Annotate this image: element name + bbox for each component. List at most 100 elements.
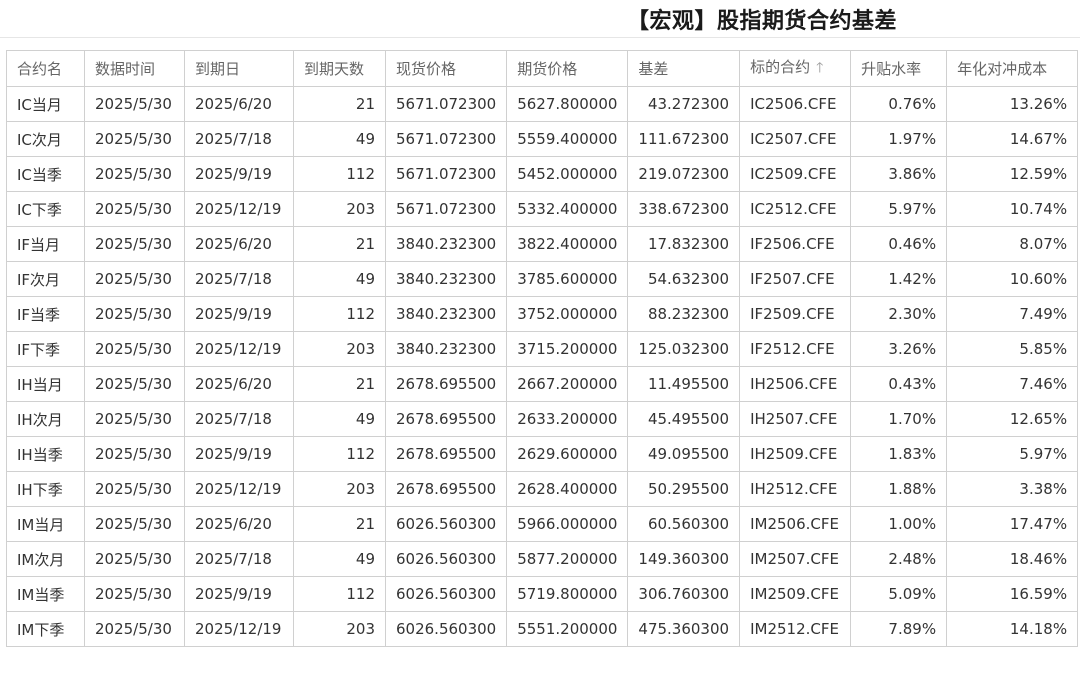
premium-rate-cell: 1.70%	[850, 401, 948, 437]
contract-name-cell: IH当月	[6, 366, 85, 402]
expiry-date-cell: 2025/12/19	[184, 471, 294, 507]
futures-price-cell: 5452.000000	[506, 156, 629, 192]
spot-price-cell: 2678.695500	[384, 471, 508, 507]
futures-price-cell: 2633.200000	[506, 401, 629, 437]
column-header-contract-name[interactable]: 合约名	[6, 50, 85, 87]
days-to-expiry-cell: 203	[293, 331, 386, 367]
days-to-expiry-cell: 49	[293, 401, 386, 437]
table-row[interactable]: IF当月 2025/5/30 2025/6/20 21 3840.232300 3822.…	[6, 226, 1079, 262]
spot-price-cell: 5671.072300	[384, 191, 508, 227]
annualized-hedge-cost-cell: 18.46%	[946, 541, 1079, 577]
premium-rate-cell: 1.42%	[850, 261, 948, 297]
table-row[interactable]: IM次月 2025/5/30 2025/7/18 49 6026.560300 5877.…	[6, 541, 1079, 577]
basis-cell: 17.832300	[627, 226, 741, 262]
table-row[interactable]: IF次月 2025/5/30 2025/7/18 49 3840.232300 3785.…	[6, 261, 1079, 297]
table-row[interactable]: IC当季 2025/5/30 2025/9/19 112 5671.072300 5452…	[6, 156, 1079, 192]
futures-price-cell: 5719.800000	[506, 576, 629, 612]
expiry-date-cell: 2025/7/18	[184, 401, 294, 437]
column-header-futures-price[interactable]: 期货价格	[506, 50, 629, 87]
expiry-date-cell: 2025/6/20	[184, 506, 294, 542]
underlying-contract-cell: IH2507.CFE	[739, 401, 852, 437]
basis-cell: 45.495500	[627, 401, 741, 437]
contract-name-cell: IC当月	[6, 86, 85, 122]
table-row[interactable]: IH当季 2025/5/30 2025/9/19 112 2678.695500 2629…	[6, 436, 1079, 472]
spot-price-cell: 5671.072300	[384, 156, 508, 192]
expiry-date-cell: 2025/6/20	[184, 226, 294, 262]
column-header-annualized-hedge-cost[interactable]: 年化对冲成本	[946, 50, 1079, 87]
contract-name-cell: IM当季	[6, 576, 85, 612]
days-to-expiry-cell: 21	[293, 226, 386, 262]
annualized-hedge-cost-cell: 5.85%	[946, 331, 1079, 367]
underlying-contract-cell: IM2509.CFE	[739, 576, 852, 612]
contract-name-cell: IC当季	[6, 156, 85, 192]
data-time-cell: 2025/5/30	[84, 296, 185, 332]
spot-price-cell: 6026.560300	[384, 541, 508, 577]
data-time-cell: 2025/5/30	[84, 471, 185, 507]
table-row[interactable]: IC下季 2025/5/30 2025/12/19 203 5671.072300 533…	[6, 191, 1079, 227]
data-time-cell: 2025/5/30	[84, 611, 185, 647]
column-header-days-to-expiry[interactable]: 到期天数	[293, 50, 386, 87]
days-to-expiry-cell: 49	[293, 121, 386, 157]
days-to-expiry-cell: 112	[293, 296, 386, 332]
days-to-expiry-cell: 21	[293, 506, 386, 542]
underlying-contract-cell: IC2506.CFE	[739, 86, 852, 122]
days-to-expiry-cell: 112	[293, 576, 386, 612]
arrow-up-icon[interactable]: 🡑	[816, 57, 823, 81]
days-to-expiry-cell: 112	[293, 156, 386, 192]
contract-name-cell: IF当季	[6, 296, 85, 332]
data-time-cell: 2025/5/30	[84, 86, 185, 122]
column-header-premium-rate[interactable]: 升贴水率	[850, 50, 948, 87]
data-time-cell: 2025/5/30	[84, 331, 185, 367]
basis-cell: 475.360300	[627, 611, 741, 647]
contract-name-cell: IF当月	[6, 226, 85, 262]
column-header-spot-price[interactable]: 现货价格	[384, 50, 508, 87]
table-row[interactable]: IH当月 2025/5/30 2025/6/20 21 2678.695500 2667.…	[6, 366, 1079, 402]
annualized-hedge-cost-cell: 5.97%	[946, 436, 1079, 472]
table-row[interactable]: IF当季 2025/5/30 2025/9/19 112 3840.232300 3752…	[6, 296, 1079, 332]
expiry-date-cell: 2025/12/19	[184, 191, 294, 227]
table-row[interactable]: IH下季 2025/5/30 2025/12/19 203 2678.695500 262…	[6, 471, 1079, 507]
table-body: IC当月 2025/5/30 2025/6/20 21 5671.072300 5627.…	[6, 86, 1079, 647]
underlying-contract-cell: IC2512.CFE	[739, 191, 852, 227]
table-row[interactable]: IC次月 2025/5/30 2025/7/18 49 5671.072300 5559.…	[6, 121, 1079, 157]
spot-price-cell: 3840.232300	[384, 296, 508, 332]
contract-name-cell: IF下季	[6, 331, 85, 367]
premium-rate-cell: 1.83%	[850, 436, 948, 472]
column-header-data-time[interactable]: 数据时间	[84, 50, 185, 87]
page-title: 【宏观】股指期货合约基差	[627, 9, 898, 34]
table-row[interactable]: IC当月 2025/5/30 2025/6/20 21 5671.072300 5627.…	[6, 86, 1079, 122]
expiry-date-cell: 2025/6/20	[184, 86, 294, 122]
spot-price-cell: 3840.232300	[384, 226, 508, 262]
data-time-cell: 2025/5/30	[84, 156, 185, 192]
premium-rate-cell: 1.97%	[850, 121, 948, 157]
column-header-basis[interactable]: 基差	[627, 50, 741, 87]
underlying-contract-cell: IH2512.CFE	[739, 471, 852, 507]
basis-cell: 11.495500	[627, 366, 741, 402]
data-time-cell: 2025/5/30	[84, 436, 185, 472]
column-header-expiry-date[interactable]: 到期日	[184, 50, 294, 87]
table-row[interactable]: IM当季 2025/5/30 2025/9/19 112 6026.560300 5719…	[6, 576, 1079, 612]
basis-cell: 219.072300	[627, 156, 741, 192]
annualized-hedge-cost-cell: 14.67%	[946, 121, 1079, 157]
column-header-underlying-contract[interactable]: 标的合约 🡑	[739, 50, 852, 87]
contract-name-cell: IH次月	[6, 401, 85, 437]
table-row[interactable]: IM当月 2025/5/30 2025/6/20 21 6026.560300 5966.…	[6, 506, 1079, 542]
premium-rate-cell: 1.88%	[850, 471, 948, 507]
annualized-hedge-cost-cell: 12.65%	[946, 401, 1079, 437]
expiry-date-cell: 2025/7/18	[184, 121, 294, 157]
spot-price-cell: 2678.695500	[384, 366, 508, 402]
basis-cell: 338.672300	[627, 191, 741, 227]
underlying-contract-cell: IF2512.CFE	[739, 331, 852, 367]
data-time-cell: 2025/5/30	[84, 226, 185, 262]
table-row[interactable]: IH次月 2025/5/30 2025/7/18 49 2678.695500 2633.…	[6, 401, 1079, 437]
table-row[interactable]: IF下季 2025/5/30 2025/12/19 203 3840.232300 371…	[6, 331, 1079, 367]
basis-cell: 50.295500	[627, 471, 741, 507]
premium-rate-cell: 5.09%	[850, 576, 948, 612]
futures-price-cell: 5559.400000	[506, 121, 629, 157]
underlying-contract-cell: IF2506.CFE	[739, 226, 852, 262]
contract-name-cell: IF次月	[6, 261, 85, 297]
contract-name-cell: IC下季	[6, 191, 85, 227]
table-row[interactable]: IM下季 2025/5/30 2025/12/19 203 6026.560300 555…	[6, 611, 1079, 647]
data-time-cell: 2025/5/30	[84, 261, 185, 297]
futures-price-cell: 2628.400000	[506, 471, 629, 507]
